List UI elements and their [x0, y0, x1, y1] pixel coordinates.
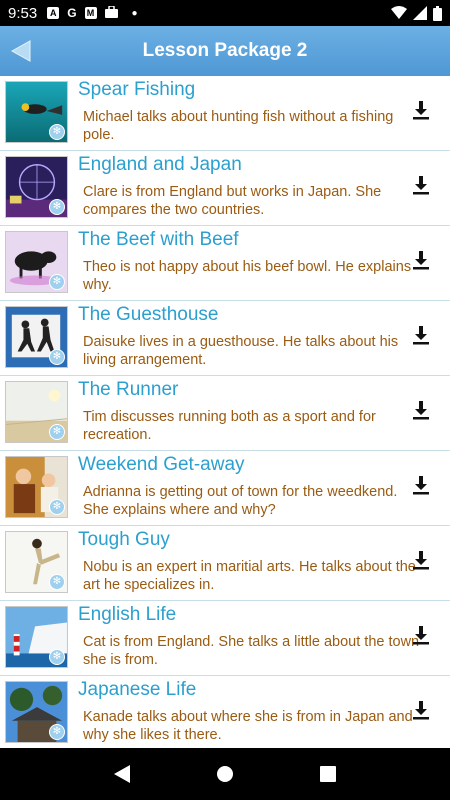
download-icon[interactable] — [409, 98, 433, 122]
status-right-icons — [385, 5, 442, 21]
dot-icon: ● — [131, 7, 138, 19]
lesson-thumbnail: ✻ — [5, 81, 68, 143]
lesson-title: Spear Fishing — [78, 79, 196, 100]
lesson-title: The Beef with Beef — [78, 229, 239, 250]
briefcase-icon — [104, 4, 118, 21]
status-bar: 9:53 A G M ● — [0, 0, 450, 26]
badge-icon: ✻ — [49, 199, 65, 215]
lesson-thumbnail: ✻ — [5, 456, 68, 518]
text-a-icon: A — [47, 7, 60, 19]
lesson-thumbnail: ✻ — [5, 606, 68, 668]
lesson-title: Tough Guy — [78, 529, 170, 550]
lesson-row[interactable]: ✻ Tough Guy Nobu is an expert in maritial … — [0, 526, 450, 601]
badge-icon: ✻ — [49, 349, 65, 365]
google-g-icon: G — [67, 6, 77, 20]
download-icon[interactable] — [409, 548, 433, 572]
badge-icon: ✻ — [49, 574, 65, 590]
lesson-thumbnail: ✻ — [5, 231, 68, 293]
status-time: 9:53 — [8, 4, 38, 22]
lesson-thumbnail: ✻ — [5, 681, 68, 743]
system-nav-bar — [0, 748, 450, 800]
lesson-title: Japanese Life — [78, 679, 197, 700]
lesson-description: Daisuke lives in a guesthouse. He talks … — [83, 334, 399, 368]
lesson-description: Theo is not happy about his beef bowl. H… — [83, 259, 412, 293]
download-icon[interactable] — [409, 473, 433, 497]
badge-icon: ✻ — [49, 499, 65, 515]
wifi-icon — [391, 6, 407, 19]
lesson-row[interactable]: ✻ Spear Fishing Michael talks about huntin… — [0, 76, 450, 151]
badge-icon: ✻ — [49, 724, 65, 740]
lesson-description: Adrianna is getting out of town for the … — [83, 484, 398, 518]
lesson-title: Weekend Get-away — [78, 454, 245, 475]
download-icon[interactable] — [409, 173, 433, 197]
app-screen: 9:53 A G M ● Lesson Package 2 ✻ Spear Fis… — [0, 0, 450, 800]
lesson-title: The Runner — [78, 379, 179, 400]
lesson-title: English Life — [78, 604, 177, 625]
lesson-row[interactable]: ✻ The Beef with Beef Theo is not happy abo… — [0, 226, 450, 301]
battery-icon — [433, 5, 442, 21]
back-triangle-icon[interactable] — [112, 764, 132, 784]
lesson-row[interactable]: ✻ English Life Cat is from England. She ta… — [0, 601, 450, 676]
download-icon[interactable] — [409, 323, 433, 347]
lesson-row[interactable]: ✻ England and Japan Clare is from England … — [0, 151, 450, 226]
lesson-description: Kanade talks about where she is from in … — [83, 709, 413, 743]
lesson-thumbnail: ✻ — [5, 306, 68, 368]
lesson-row[interactable]: ✻ Weekend Get-away Adrianna is getting out… — [0, 451, 450, 526]
lesson-thumbnail: ✻ — [5, 381, 68, 443]
lesson-title: The Guesthouse — [78, 304, 219, 325]
badge-icon: ✻ — [49, 124, 65, 140]
download-icon[interactable] — [409, 698, 433, 722]
lesson-row[interactable]: ✻ Japanese Life Kanade talks about where s… — [0, 676, 450, 748]
lesson-list: ✻ Spear Fishing Michael talks about huntin… — [0, 76, 450, 748]
recents-square-icon[interactable] — [318, 764, 338, 784]
download-icon[interactable] — [409, 623, 433, 647]
back-arrow-icon[interactable] — [10, 39, 34, 63]
gmail-icon: M — [84, 7, 97, 19]
lesson-description: Tim discusses running both as a sport an… — [83, 409, 376, 443]
lesson-row[interactable]: ✻ The Guesthouse Daisuke lives in a guesth… — [0, 301, 450, 376]
lesson-description: Cat is from England. She talks a little … — [83, 634, 420, 668]
lesson-description: Nobu is an expert in maritial arts. He t… — [83, 559, 416, 593]
home-circle-icon[interactable] — [215, 764, 235, 784]
download-icon[interactable] — [409, 248, 433, 272]
page-title: Lesson Package 2 — [142, 40, 308, 61]
download-icon[interactable] — [409, 398, 433, 422]
lesson-thumbnail: ✻ — [5, 531, 68, 593]
badge-icon: ✻ — [49, 274, 65, 290]
lesson-description: Clare is from England but works in Japan… — [83, 184, 382, 218]
signal-icon — [413, 6, 427, 20]
lesson-title: England and Japan — [78, 154, 242, 175]
app-header: Lesson Package 2 — [0, 26, 450, 76]
badge-icon: ✻ — [49, 649, 65, 665]
lesson-thumbnail: ✻ — [5, 156, 68, 218]
lesson-description: Michael talks about hunting fish without… — [83, 109, 394, 143]
badge-icon: ✻ — [49, 424, 65, 440]
lesson-row[interactable]: ✻ The Runner Tim discusses running both as… — [0, 376, 450, 451]
